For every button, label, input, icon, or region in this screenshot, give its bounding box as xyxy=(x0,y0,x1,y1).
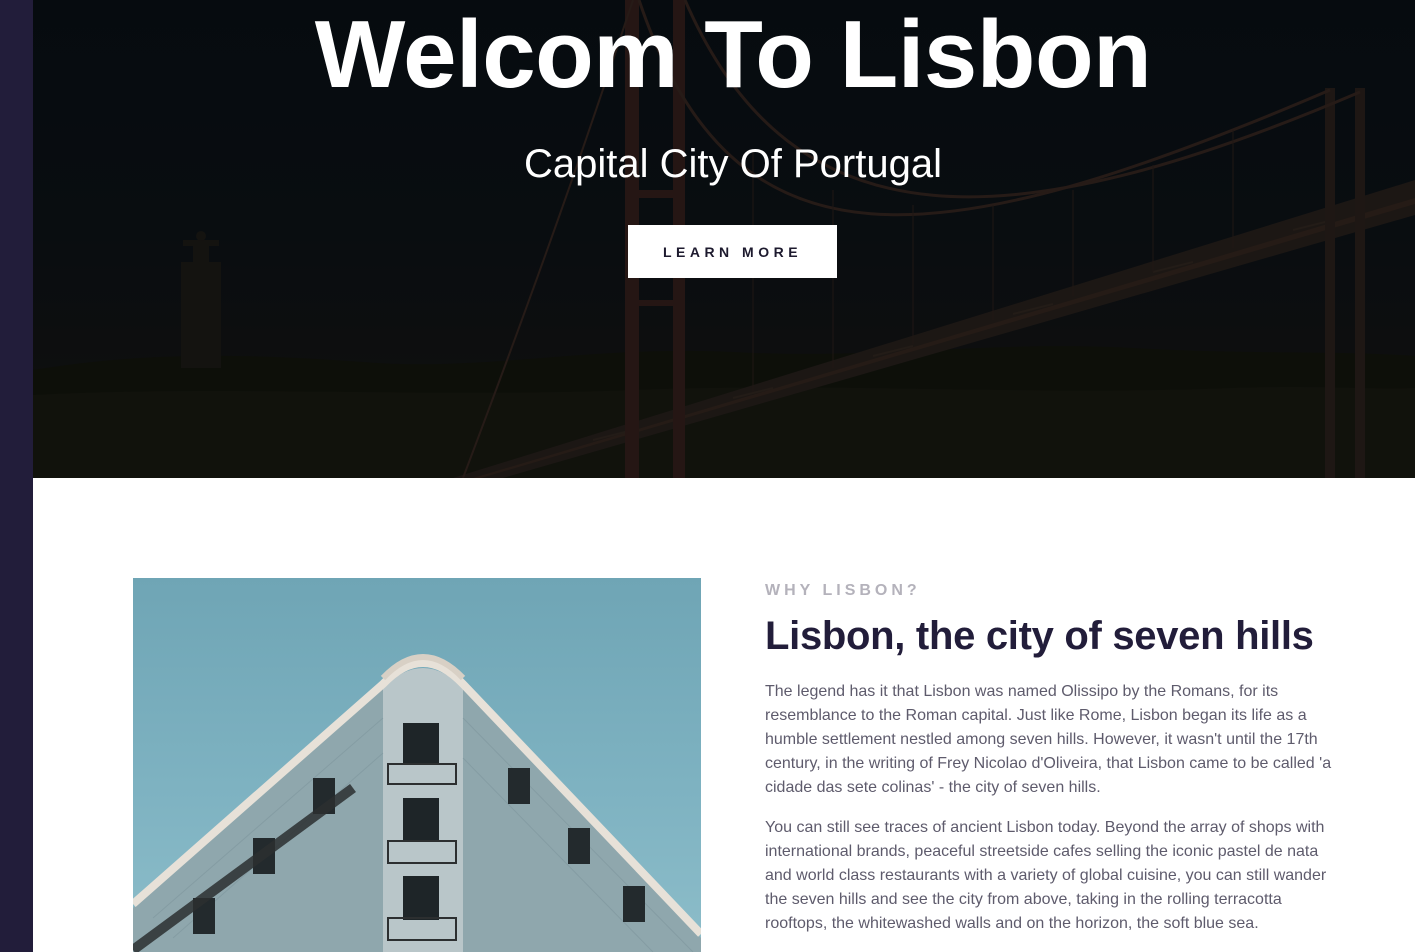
hero-section: Welcom To Lisbon Capital City Of Portuga… xyxy=(33,0,1415,478)
about-paragraph: You can still see traces of ancient Lisb… xyxy=(765,819,1327,932)
about-section: WHY LISBON? Lisbon, the city of seven hi… xyxy=(765,578,1345,952)
sidebar-strip xyxy=(0,0,33,952)
lisbon-building-photo xyxy=(133,578,701,952)
hero-title: Welcom To Lisbon xyxy=(314,1,1152,108)
hero-subtitle: Capital City Of Portugal xyxy=(524,142,942,186)
about-paragraph: The legend has it that Lisbon was named … xyxy=(765,683,1332,796)
building-illustration xyxy=(133,654,701,952)
section-heading: Lisbon, the city of seven hills xyxy=(765,614,1314,658)
section-eyebrow: WHY LISBON? xyxy=(765,582,921,599)
learn-more-button[interactable]: LEARN MORE xyxy=(628,225,837,278)
